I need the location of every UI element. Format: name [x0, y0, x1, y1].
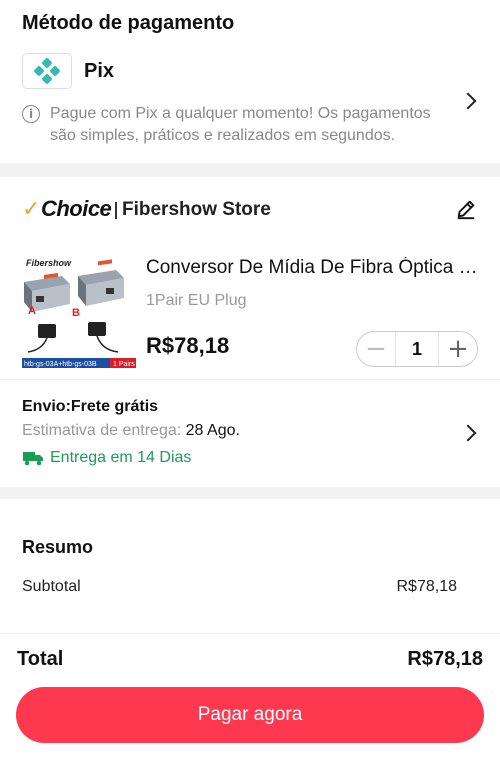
product-image[interactable]: Fibershow A B htb-gs-03A+htb-gs-03B 1 Pa…: [22, 254, 136, 368]
shipping-title: Envio:Frete grátis: [22, 398, 159, 415]
quantity-value[interactable]: 1: [395, 332, 439, 366]
choice-label: Choice: [40, 196, 112, 221]
check-icon: ✓: [22, 196, 40, 221]
pay-now-button[interactable]: Pagar agora: [16, 687, 484, 743]
truck-icon: [23, 452, 43, 466]
subtotal-label: Subtotal: [22, 578, 81, 595]
payment-info-text: Pague com Pix a qualquer momento! Os pag…: [50, 105, 431, 144]
pix-icon: [34, 58, 60, 84]
delivery-estimate-date: 28 Ago.: [185, 422, 240, 439]
divider: [0, 379, 500, 380]
product-image-label-b: B: [72, 307, 80, 319]
delivery-estimate-label: Estimativa de entrega:: [22, 422, 182, 439]
subtotal-value: R$78,18: [396, 578, 458, 595]
product-price: R$78,18: [146, 333, 230, 358]
store-name[interactable]: Fibershow Store: [122, 199, 271, 221]
total-value: R$78,18: [407, 648, 483, 670]
choice-badge: ✓Choice: [22, 196, 112, 222]
product-variant[interactable]: 1Pair EU Plug: [146, 292, 247, 310]
divider: [0, 633, 500, 634]
summary-title: Resumo: [22, 537, 94, 557]
product-image-brand: Fibershow: [26, 258, 72, 268]
power-adapter-icon: [27, 322, 119, 353]
media-converter-b-icon: [78, 259, 124, 306]
quantity-stepper: − 1 +: [356, 331, 478, 367]
store-separator: [115, 202, 117, 219]
product-image-caption: htb-gs-03A+htb-gs-03B: [24, 361, 97, 368]
increase-quantity-button[interactable]: +: [439, 332, 477, 366]
section-gap: [0, 487, 500, 499]
product-image-pairs: 1 Pairs: [113, 361, 135, 368]
section-gap: [0, 163, 500, 177]
product-title[interactable]: Conversor De Mídia De Fibra Óptica Gigab…: [146, 257, 481, 279]
payment-section: Método de pagamento Pix i Pague com Pix …: [0, 0, 500, 163]
payment-title: Método de pagamento: [22, 12, 235, 34]
info-icon: i: [22, 105, 40, 123]
product-image-label-a: A: [28, 305, 36, 317]
total-label: Total: [17, 648, 64, 670]
fast-delivery-label: Entrega em 14 Dias: [50, 449, 192, 466]
decrease-quantity-button[interactable]: −: [357, 332, 395, 366]
pix-logo-box[interactable]: [22, 53, 72, 89]
edit-pencil-icon[interactable]: [455, 198, 477, 220]
chevron-right-icon[interactable]: [459, 92, 477, 110]
payment-method-label[interactable]: Pix: [84, 60, 114, 83]
delivery-estimate: Estimativa de entrega: 28 Ago.: [22, 422, 240, 440]
fast-delivery: Entrega em 14 Dias: [22, 449, 191, 467]
